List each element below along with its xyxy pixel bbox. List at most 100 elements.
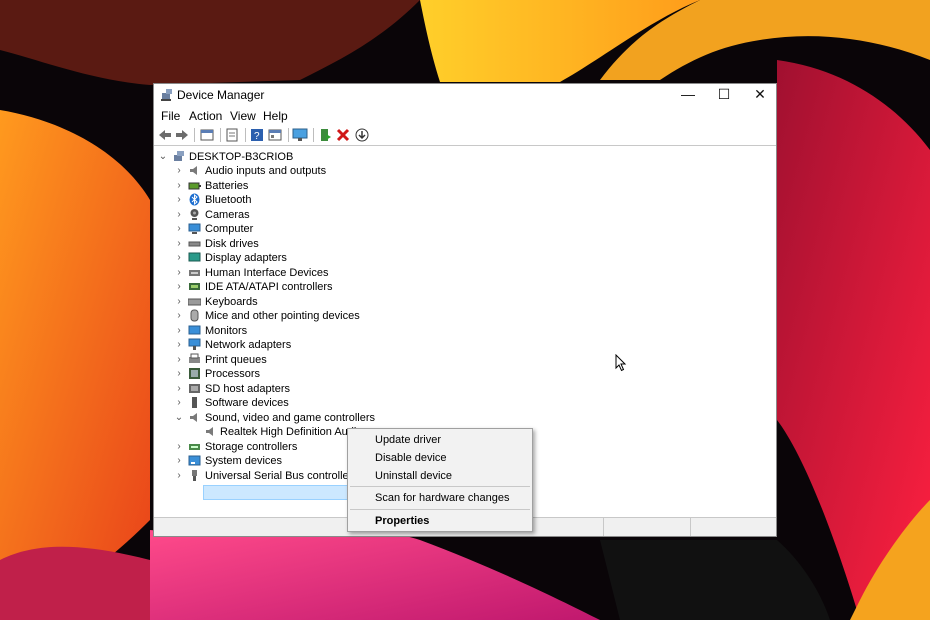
toolbar-separator bbox=[288, 128, 289, 142]
computer-icon bbox=[188, 223, 201, 234]
view-icon[interactable] bbox=[267, 127, 283, 143]
menu-item-disable-device[interactable]: Disable device bbox=[375, 452, 447, 464]
tree-item-label: Realtek High Definition Audio bbox=[220, 426, 363, 438]
toolbar-separator bbox=[245, 128, 246, 142]
menu-view[interactable]: View bbox=[230, 109, 256, 123]
chevron-right-icon[interactable]: › bbox=[174, 353, 184, 367]
close-button[interactable]: ✕ bbox=[742, 84, 778, 106]
speaker-icon bbox=[190, 413, 197, 422]
menu-help[interactable]: Help bbox=[263, 109, 288, 123]
chevron-right-icon[interactable]: › bbox=[174, 208, 184, 222]
tree-item[interactable]: › Monitors bbox=[154, 324, 454, 338]
chevron-right-icon[interactable]: › bbox=[174, 440, 184, 454]
chevron-down-icon[interactable]: ⌄ bbox=[158, 150, 168, 164]
selection-highlight bbox=[203, 485, 348, 500]
forward-icon[interactable] bbox=[174, 127, 190, 143]
chevron-right-icon[interactable]: › bbox=[174, 237, 184, 251]
bluetooth-icon bbox=[189, 193, 200, 206]
battery-icon bbox=[188, 182, 201, 190]
chevron-right-icon[interactable]: › bbox=[174, 309, 184, 323]
tree-item[interactable]: › Computer bbox=[154, 222, 454, 236]
tree-item[interactable]: › Cameras bbox=[154, 208, 454, 222]
tree-item-label: Display adapters bbox=[205, 252, 287, 264]
toolbar-separator bbox=[220, 128, 221, 142]
chevron-right-icon[interactable]: › bbox=[174, 338, 184, 352]
chevron-right-icon[interactable]: › bbox=[174, 324, 184, 338]
chevron-right-icon[interactable]: › bbox=[174, 469, 184, 483]
device-manager-icon bbox=[161, 89, 172, 101]
chevron-right-icon[interactable]: › bbox=[174, 295, 184, 309]
tree-item-label: System devices bbox=[205, 455, 283, 467]
tree-item-label: Sound, video and game controllers bbox=[205, 412, 375, 424]
menu-item-scan-hardware[interactable]: Scan for hardware changes bbox=[375, 492, 510, 504]
tree-item-label: Software devices bbox=[205, 397, 289, 409]
speaker-icon bbox=[206, 427, 213, 436]
tree-item[interactable]: › Mice and other pointing devices bbox=[154, 309, 454, 323]
properties-icon[interactable] bbox=[199, 127, 215, 143]
tree-item[interactable]: › Display adapters bbox=[154, 251, 454, 265]
tree-item[interactable]: › Audio inputs and outputs bbox=[154, 164, 454, 178]
chevron-right-icon[interactable]: › bbox=[174, 164, 184, 178]
tree-item[interactable]: › Disk drives bbox=[154, 237, 454, 251]
tree-item[interactable]: › Processors bbox=[154, 367, 454, 381]
processor-icon bbox=[189, 368, 200, 379]
tree-item[interactable]: › SD host adapters bbox=[154, 382, 454, 396]
monitor-icon[interactable] bbox=[292, 127, 308, 143]
tree-item-label: Monitors bbox=[205, 325, 248, 337]
ide-icon bbox=[189, 283, 200, 290]
network-icon bbox=[188, 338, 201, 350]
window-title: Device Manager bbox=[177, 88, 265, 102]
chevron-right-icon[interactable]: › bbox=[174, 367, 184, 381]
tree-item[interactable]: › Software devices bbox=[154, 396, 454, 410]
tree-item[interactable]: › Network adapters bbox=[154, 338, 454, 352]
camera-icon bbox=[190, 209, 199, 220]
help-icon[interactable]: ? bbox=[249, 127, 265, 143]
update-icon[interactable] bbox=[354, 127, 370, 143]
tree-item[interactable]: › IDE ATA/ATAPI controllers bbox=[154, 280, 454, 294]
tree-item-label: Mice and other pointing devices bbox=[205, 310, 360, 322]
menu-item-properties[interactable]: Properties bbox=[375, 515, 429, 527]
menu-item-update-driver[interactable]: Update driver bbox=[375, 434, 441, 446]
chevron-right-icon[interactable]: › bbox=[174, 193, 184, 207]
tree-root[interactable]: ⌄ DESKTOP-B3CRIOB bbox=[154, 150, 354, 164]
svg-text:?: ? bbox=[254, 131, 260, 142]
tree-item-label: Print queues bbox=[205, 354, 267, 366]
chevron-right-icon[interactable]: › bbox=[174, 454, 184, 468]
maximize-button[interactable]: ☐ bbox=[706, 84, 742, 106]
menu-action[interactable]: Action bbox=[189, 109, 222, 123]
tree-item-expanded[interactable]: ⌄ Sound, video and game controllers bbox=[154, 411, 454, 425]
tree-item[interactable]: › Batteries bbox=[154, 179, 454, 193]
tree-item-label: Human Interface Devices bbox=[205, 267, 329, 279]
status-divider bbox=[603, 518, 604, 536]
uninstall-icon[interactable] bbox=[335, 127, 351, 143]
menu-separator bbox=[350, 486, 530, 487]
enable-icon[interactable] bbox=[317, 127, 333, 143]
driver-icon[interactable] bbox=[224, 127, 240, 143]
menu-item-uninstall-device[interactable]: Uninstall device bbox=[375, 470, 452, 482]
chevron-right-icon[interactable]: › bbox=[174, 280, 184, 294]
toolbar-separator bbox=[194, 128, 195, 142]
chevron-right-icon[interactable]: › bbox=[174, 179, 184, 193]
tree-item[interactable]: › Bluetooth bbox=[154, 193, 454, 207]
menu-separator bbox=[350, 509, 530, 510]
tree-item-label: Network adapters bbox=[205, 339, 292, 351]
chevron-down-icon[interactable]: ⌄ bbox=[174, 411, 184, 425]
tree-item[interactable]: › Keyboards bbox=[154, 295, 454, 309]
chevron-right-icon[interactable]: › bbox=[174, 396, 184, 410]
chevron-right-icon[interactable]: › bbox=[174, 251, 184, 265]
minimize-button[interactable]: — bbox=[670, 84, 706, 106]
menu-file[interactable]: File bbox=[161, 109, 180, 123]
back-icon[interactable] bbox=[157, 127, 173, 143]
tree-item-label: Audio inputs and outputs bbox=[205, 165, 327, 177]
chevron-right-icon[interactable]: › bbox=[174, 222, 184, 236]
tree-item-label: Keyboards bbox=[205, 296, 258, 308]
tree-item[interactable]: › Human Interface Devices bbox=[154, 266, 454, 280]
tree-item-label: Universal Serial Bus controllers bbox=[205, 470, 358, 482]
context-menu: Update driver Disable device Uninstall d… bbox=[347, 428, 533, 532]
keyboard-icon bbox=[188, 298, 201, 306]
chevron-right-icon[interactable]: › bbox=[174, 382, 184, 396]
tree-item[interactable]: › Print queues bbox=[154, 353, 454, 367]
system-icon bbox=[188, 455, 201, 466]
chevron-right-icon[interactable]: › bbox=[174, 266, 184, 280]
title-bar[interactable]: Device Manager — ☐ ✕ bbox=[154, 84, 776, 106]
